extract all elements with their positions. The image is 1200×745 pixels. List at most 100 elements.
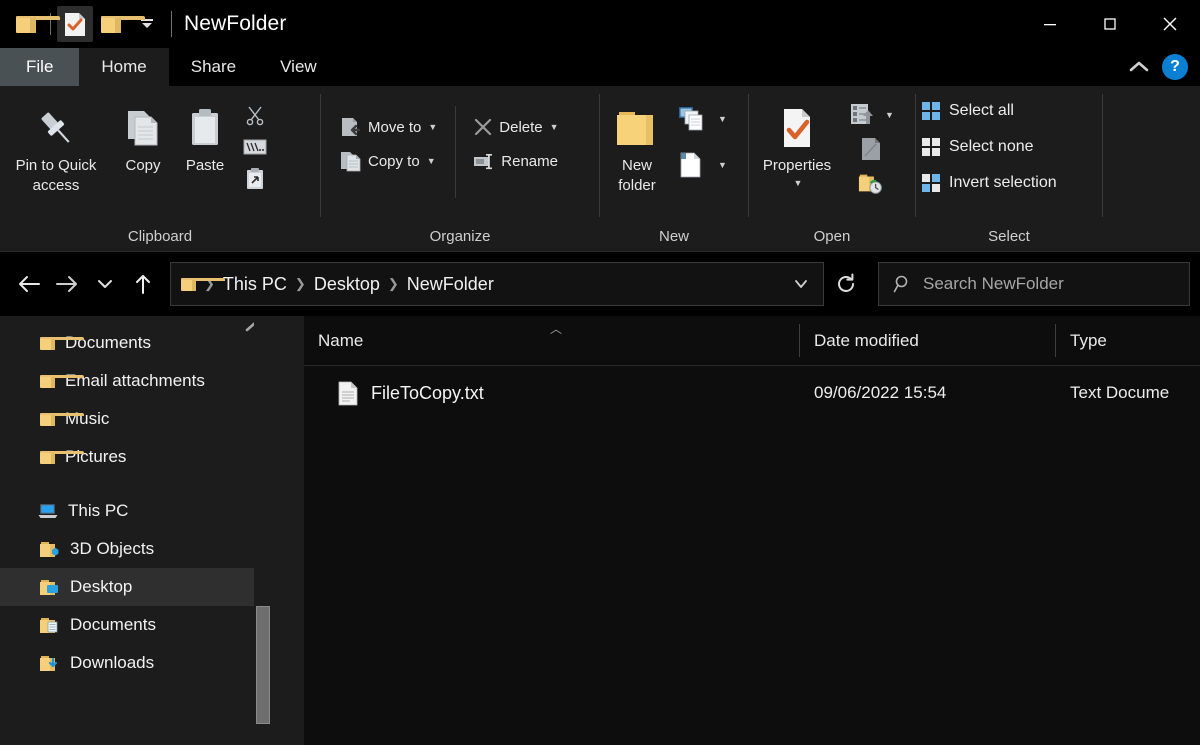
- group-label-organize: Organize: [429, 227, 491, 245]
- group-label-open: Open: [813, 227, 851, 245]
- tab-file[interactable]: File: [0, 48, 80, 86]
- arrow-left-icon: [19, 276, 40, 292]
- tab-view[interactable]: View: [258, 48, 339, 86]
- breadcrumb-item-newfolder[interactable]: NewFolder: [401, 274, 500, 295]
- folder-3d-icon: [40, 541, 59, 557]
- properties-button[interactable]: Properties ▼: [749, 94, 845, 188]
- sidebar-item-desktop[interactable]: Desktop: [0, 568, 272, 606]
- ribbon-group-open: Properties ▼ ▼ Open: [749, 86, 915, 251]
- copy-button[interactable]: Copy: [112, 94, 174, 176]
- file-name-cell[interactable]: FileToCopy.txt: [304, 381, 484, 406]
- tab-share[interactable]: Share: [169, 48, 258, 86]
- breadcrumb-item-desktop[interactable]: Desktop: [308, 274, 386, 295]
- forward-button[interactable]: [48, 265, 86, 303]
- column-header-name[interactable]: ︿ Name: [304, 316, 800, 365]
- copy-path-button[interactable]: [242, 134, 268, 160]
- cut-button[interactable]: [242, 102, 268, 128]
- qat-folder-icon[interactable]: [8, 6, 60, 42]
- refresh-icon: [838, 273, 854, 292]
- qat-new-folder-icon[interactable]: [93, 6, 145, 42]
- minimize-button[interactable]: [1020, 0, 1080, 48]
- sidebar-item-email-attachments[interactable]: Email attachments: [0, 362, 272, 400]
- select-none-button[interactable]: Select none: [916, 132, 1057, 162]
- tab-home[interactable]: Home: [79, 48, 169, 86]
- move-to-button[interactable]: Move to ▼: [335, 112, 441, 142]
- refresh-button[interactable]: [824, 263, 868, 305]
- minimize-icon: [1044, 24, 1056, 26]
- qat-properties-icon[interactable]: [57, 6, 93, 42]
- select-all-button[interactable]: Select all: [916, 96, 1057, 126]
- open-button[interactable]: ▼: [845, 102, 898, 128]
- up-button[interactable]: [124, 265, 162, 303]
- invert-selection-icon: [922, 174, 940, 192]
- properties-dropdown-icon[interactable]: ▼: [794, 178, 803, 188]
- file-explorer-window: NewFolder File Home Share View ? Pin to …: [0, 0, 1200, 745]
- column-header-name-label: Name: [318, 330, 364, 350]
- folder-icon: [40, 412, 84, 426]
- pane-gap: [272, 316, 304, 745]
- sidebar-item-pictures[interactable]: Pictures: [0, 438, 272, 476]
- pin-to-quick-access-button[interactable]: Pin to Quick access: [0, 94, 112, 197]
- easy-access-button[interactable]: ▼: [674, 150, 731, 180]
- copy-to-button[interactable]: Copy to ▼: [335, 146, 441, 176]
- open-dropdown-icon[interactable]: ▼: [885, 110, 894, 120]
- move-to-dropdown-icon[interactable]: ▼: [428, 122, 437, 132]
- text-file-icon: [338, 381, 358, 406]
- history-button[interactable]: [858, 170, 884, 196]
- search-box[interactable]: Search NewFolder: [878, 262, 1190, 306]
- breadcrumb-bar[interactable]: ❯ This PC ❯ Desktop ❯ NewFolder: [170, 262, 824, 306]
- table-row[interactable]: FileToCopy.txt 09/06/2022 15:54 Text Doc…: [304, 366, 1200, 420]
- properties-icon: [65, 12, 85, 36]
- address-dropdown-button[interactable]: [779, 263, 823, 305]
- sidebar-item-3d-objects[interactable]: 3D Objects: [0, 530, 272, 568]
- breadcrumb-chevron-2[interactable]: ❯: [386, 276, 401, 292]
- edit-icon: [862, 138, 881, 160]
- paste-shortcut-button[interactable]: [242, 166, 268, 192]
- sidebar-item-documents[interactable]: Documents: [0, 606, 272, 644]
- search-input[interactable]: Search NewFolder: [923, 274, 1064, 294]
- file-list-pane: ︿ Name Date modified Type FileToCopy.txt…: [304, 316, 1200, 745]
- sidebar-item-this-pc[interactable]: This PC: [0, 492, 272, 530]
- ribbon-group-select: Select all Select none Invert selection: [916, 86, 1102, 251]
- navpane-scrollbar[interactable]: [254, 316, 272, 745]
- maximize-button[interactable]: [1080, 0, 1140, 48]
- sidebar-item-label: 3D Objects: [70, 539, 155, 558]
- recent-locations-button[interactable]: [86, 265, 124, 303]
- back-button[interactable]: [10, 265, 48, 303]
- breadcrumb-folder-icon: [181, 277, 225, 291]
- delete-button[interactable]: Delete ▼: [468, 112, 562, 142]
- sidebar-item-music[interactable]: Music: [0, 400, 272, 438]
- folder-icon: [40, 336, 84, 350]
- new-item-button[interactable]: ▼: [674, 104, 731, 134]
- paste-button[interactable]: Paste: [174, 94, 236, 176]
- sidebar-item-downloads[interactable]: Downloads: [0, 644, 272, 682]
- invert-selection-button[interactable]: Invert selection: [916, 168, 1057, 198]
- column-header-type[interactable]: Type: [1056, 316, 1200, 365]
- help-button[interactable]: ?: [1162, 54, 1188, 80]
- column-header-date-modified[interactable]: Date modified: [800, 316, 1056, 365]
- file-type-cell: Text Docume: [1070, 383, 1170, 402]
- paste-shortcut-icon: [247, 168, 263, 189]
- this-pc-icon: [38, 503, 58, 518]
- qat-chevron-down-icon[interactable]: [129, 6, 165, 42]
- delete-dropdown-icon[interactable]: ▼: [550, 122, 559, 132]
- address-bar: ❯ This PC ❯ Desktop ❯ NewFolder Search N…: [0, 252, 1200, 316]
- chevron-down-icon: [795, 280, 807, 288]
- ribbon-group-clipboard: Pin to Quick access Copy Paste Clipboard: [0, 86, 320, 251]
- collapse-ribbon-button[interactable]: [1126, 54, 1152, 80]
- close-button[interactable]: [1140, 0, 1200, 48]
- copy-to-dropdown-icon[interactable]: ▼: [427, 156, 436, 166]
- edit-button[interactable]: [858, 136, 884, 162]
- new-item-dropdown-icon[interactable]: ▼: [718, 114, 727, 124]
- ribbon-group-new: New folder ▼ ▼ New: [600, 86, 748, 251]
- rename-button[interactable]: Rename: [468, 146, 562, 176]
- breadcrumb-item-this-pc[interactable]: This PC: [217, 274, 293, 295]
- history-icon: [859, 174, 883, 194]
- easy-access-dropdown-icon[interactable]: ▼: [718, 160, 727, 170]
- paste-label: Paste: [185, 157, 225, 174]
- new-folder-button[interactable]: New folder: [600, 94, 674, 197]
- navpane-scroll-thumb[interactable]: [256, 606, 270, 724]
- breadcrumb-chevron-1[interactable]: ❯: [293, 276, 308, 292]
- select-none-icon: [922, 138, 940, 156]
- sidebar-item-documents-quick[interactable]: Documents: [0, 324, 272, 362]
